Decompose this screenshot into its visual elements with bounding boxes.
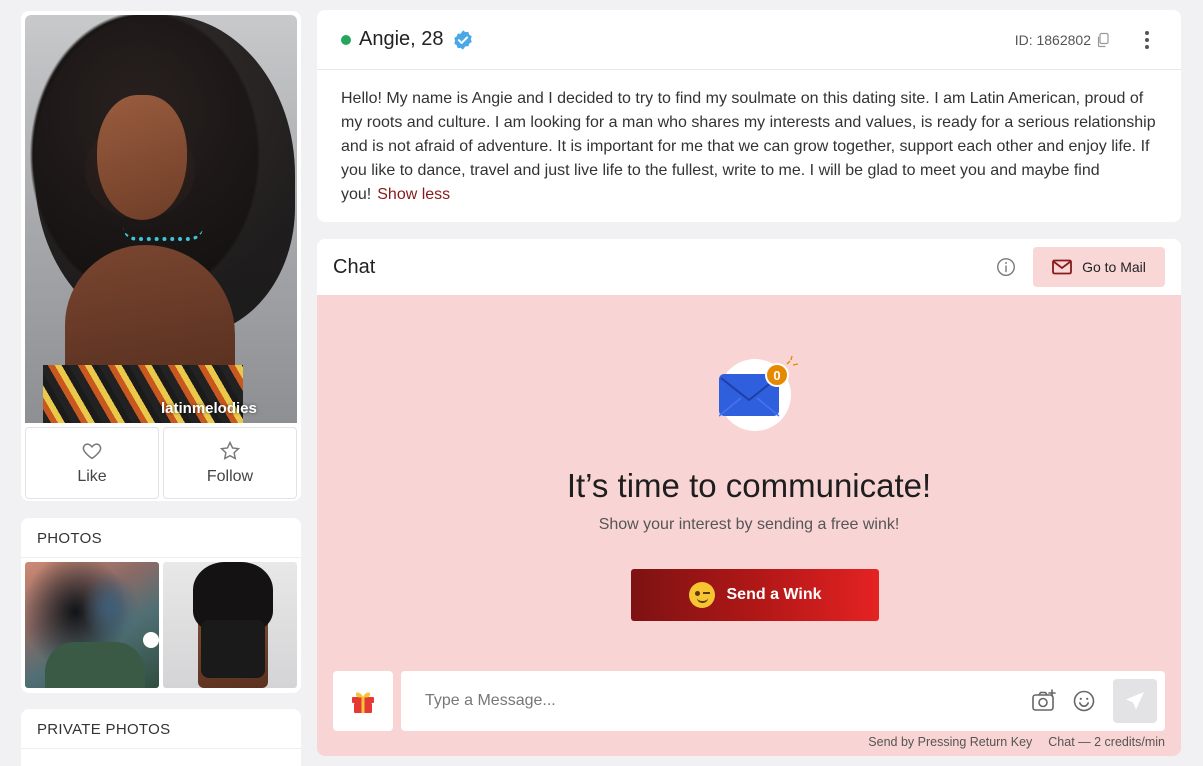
photo-necklace	[123, 227, 203, 241]
chat-footer: Send by Pressing Return Key Chat — 2 cre…	[868, 735, 1165, 749]
send-icon	[1126, 692, 1144, 710]
send-hint: Send by Pressing Return Key	[868, 735, 1033, 749]
profile-main-photo[interactable]: latinmelodies	[25, 15, 297, 423]
more-options-icon[interactable]	[1137, 30, 1157, 50]
photo-watermark: latinmelodies	[161, 400, 257, 417]
photo-thumbnail[interactable]	[163, 562, 297, 688]
thumb-coat	[45, 642, 145, 688]
sparkle-icon	[786, 355, 799, 366]
online-status-dot	[341, 34, 351, 45]
thumb-dot	[143, 632, 159, 648]
message-input[interactable]	[425, 692, 1017, 710]
photo-thumbnails	[21, 558, 301, 692]
go-to-mail-button[interactable]: Go to Mail	[1033, 247, 1165, 287]
private-photos-title: PRIVATE PHOTOS	[21, 709, 301, 749]
chat-body: 0 It’s time to communicate! Show your in…	[317, 295, 1181, 756]
emoji-icon[interactable]	[1071, 688, 1097, 714]
send-message-button[interactable]	[1113, 679, 1157, 723]
like-label: Like	[77, 468, 107, 485]
gift-button[interactable]	[333, 671, 393, 731]
thumb-top	[201, 620, 265, 678]
wink-emoji-icon	[688, 582, 715, 608]
gift-icon	[352, 692, 374, 713]
photos-card: PHOTOS	[21, 518, 301, 693]
profile-name: Angie, 28	[359, 28, 444, 50]
chat-price: Chat — 2 credits/min	[1048, 735, 1165, 749]
profile-card: latinmelodies Like Follow	[21, 11, 301, 501]
profile-info-card: Angie, 28 ID: 1862802 Hello! My name is …	[317, 10, 1181, 222]
chat-card: Chat Go to Mail 0 It’s time to communica…	[317, 239, 1181, 756]
send-wink-button[interactable]: Send a Wink	[631, 569, 879, 621]
follow-label: Follow	[206, 468, 254, 485]
show-less-link[interactable]: Show less	[377, 186, 450, 203]
star-icon	[219, 440, 241, 460]
message-composer	[401, 671, 1165, 731]
send-wink-label: Send a Wink	[726, 586, 822, 603]
profile-header: Angie, 28 ID: 1862802	[317, 10, 1181, 70]
copy-icon[interactable]	[1095, 32, 1111, 48]
user-id: ID: 1862802	[1014, 31, 1091, 48]
verified-badge-icon	[453, 29, 472, 50]
heart-icon	[82, 443, 102, 460]
chat-headline: It’s time to communicate!	[566, 467, 932, 504]
profile-actions: Like Follow	[25, 427, 297, 499]
go-to-mail-label: Go to Mail	[1082, 259, 1146, 275]
add-photo-icon[interactable]	[1031, 688, 1057, 714]
info-icon[interactable]	[995, 256, 1017, 278]
chat-header: Chat Go to Mail	[317, 239, 1181, 295]
profile-bio: Hello! My name is Angie and I decided to…	[317, 70, 1181, 207]
bio-text: Hello! My name is Angie and I decided to…	[341, 90, 1156, 203]
follow-button[interactable]: Follow	[163, 427, 297, 499]
photos-title: PHOTOS	[21, 518, 301, 558]
chat-title: Chat	[333, 255, 376, 278]
photo-face	[97, 95, 187, 220]
like-button[interactable]: Like	[25, 427, 159, 499]
chat-subline: Show your interest by sending a free win…	[598, 516, 900, 533]
mail-icon	[1052, 259, 1072, 275]
photo-thumbnail[interactable]	[25, 562, 159, 688]
private-photos-card: PRIVATE PHOTOS	[21, 709, 301, 766]
